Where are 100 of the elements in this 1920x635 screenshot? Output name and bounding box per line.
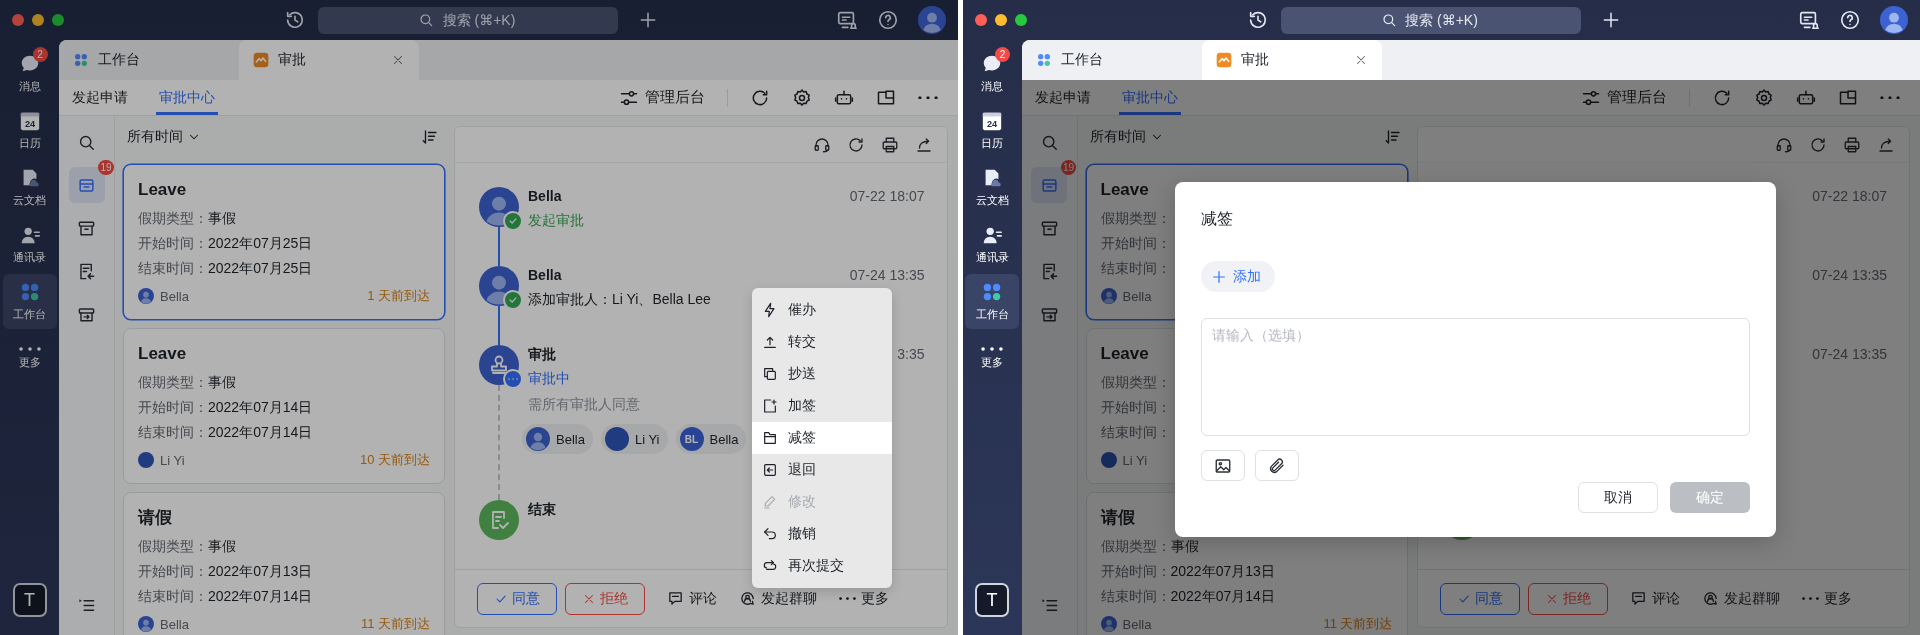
action-link[interactable]: 更多 (1801, 589, 1852, 608)
approver-chip[interactable]: BL Bella (675, 424, 747, 454)
sidebar-item[interactable]: 通讯录 (965, 217, 1019, 272)
approver-chip[interactable]: Li Yi (600, 424, 668, 454)
minimize-window-button[interactable] (32, 14, 44, 26)
menu-item[interactable]: 转交 (752, 326, 892, 358)
node-time: 07-22 18:07 (1812, 188, 1887, 204)
dialog-title: 减签 (1200, 209, 1234, 229)
field-label: 假期类型： (138, 537, 208, 556)
more-icon[interactable] (1880, 95, 1900, 100)
account-avatar[interactable] (917, 6, 946, 34)
calendar-icon: 24 (981, 110, 1003, 132)
nav-tab[interactable]: 发起申请 (69, 80, 131, 115)
field-label: 假期类型： (1100, 537, 1171, 556)
user-tile[interactable]: T (12, 583, 47, 617)
action-link[interactable]: 更多 (839, 589, 889, 608)
sidebar-item[interactable]: 通讯录 (2, 217, 57, 272)
printer-icon[interactable] (880, 135, 899, 154)
node-time: 3:35 (897, 346, 925, 362)
tab[interactable]: 工作台 (59, 40, 239, 80)
user-avatar (526, 427, 550, 451)
plus-icon[interactable] (638, 10, 658, 30)
arrival-time: 1 天前到达 (367, 287, 430, 305)
zoom-window-button[interactable] (52, 14, 64, 26)
tab[interactable]: 审批 (1201, 40, 1382, 80)
sidebar-item[interactable]: 云文档 (2, 160, 57, 215)
field-label: 结束时间： (1100, 587, 1171, 606)
account-avatar[interactable] (1880, 6, 1908, 34)
approval-card[interactable]: Leave 假期类型：事假 开始时间：2022年07月14日 结束时间：2022年07月14日 Li Yi 10 天前到达 (123, 328, 445, 484)
refresh-icon[interactable] (1809, 135, 1827, 154)
attach-button[interactable] (1254, 450, 1299, 481)
action-link[interactable]: 发起群聊 (1701, 589, 1780, 608)
headset-icon[interactable] (1775, 135, 1793, 154)
apps-icon (1035, 52, 1052, 68)
action-link[interactable]: 评论 (1629, 589, 1680, 608)
sidebar-item[interactable]: 工作台 (2, 274, 57, 329)
notification-icon[interactable] (1798, 9, 1820, 31)
sort-icon[interactable] (421, 128, 439, 146)
action-link[interactable]: 评论 (667, 589, 717, 608)
settings-icon[interactable] (1754, 87, 1774, 108)
user-tile[interactable]: T (975, 583, 1009, 617)
minimize-window-button[interactable] (994, 14, 1007, 26)
approval-card[interactable]: Leave 假期类型：事假 开始时间：2022年07月25日 结束时间：2022年07月25日 Bella 1 天前到达 (123, 164, 445, 320)
approve-button[interactable]: 同意 (477, 582, 557, 615)
close-window-button[interactable] (12, 14, 24, 26)
more-icon (839, 596, 856, 601)
menu-item[interactable]: 再次提交 (752, 550, 892, 582)
comment-field[interactable]: 请输入（选填） (1200, 318, 1750, 436)
headset-icon[interactable] (812, 135, 831, 154)
node-title: 结束 (528, 501, 556, 519)
sidebar-item[interactable]: 消息 2 (2, 46, 57, 101)
share-icon[interactable] (914, 135, 933, 154)
sidebar-item[interactable]: 消息 2 (965, 46, 1019, 101)
nav-tab[interactable]: 发起申请 (1031, 80, 1094, 115)
close-window-button[interactable] (974, 14, 987, 26)
menu-item[interactable]: 撤销 (752, 518, 892, 550)
node-note: 需所有审批人同意 (528, 396, 640, 414)
menu-item[interactable]: 加签 (752, 390, 892, 422)
field-value: 2022年07月14日 (208, 398, 313, 417)
settings-icon[interactable] (791, 87, 812, 108)
menu-item[interactable]: 催办 (752, 294, 892, 326)
time-filter[interactable]: 所有时间 (127, 128, 201, 146)
sort-icon[interactable] (1383, 128, 1402, 146)
search-field[interactable]: 搜索 (⌘+K) (1280, 6, 1581, 34)
tab[interactable]: 审批 (239, 40, 419, 80)
sidebar-item[interactable]: 24 日历 (2, 103, 57, 158)
notification-icon[interactable] (835, 9, 858, 31)
nav-tab[interactable]: 审批中心 (156, 80, 218, 115)
return-icon (762, 462, 778, 478)
sidebar-item[interactable]: 更多 (965, 331, 1019, 386)
search-field[interactable]: 搜索 (⌘+K) (318, 6, 618, 34)
help-icon[interactable] (1839, 9, 1861, 31)
field-label: 开始时间： (1100, 562, 1171, 581)
approver-chip[interactable]: Bella (522, 424, 593, 454)
tab[interactable]: 工作台 (1021, 40, 1202, 80)
sidebar-item[interactable]: 云文档 (965, 160, 1019, 215)
approval-card[interactable]: 请假 假期类型：事假 开始时间：2022年07月13日 结束时间：2022年07月14日 Bella 11 天前到达 (123, 492, 445, 635)
menu-item[interactable]: 减签 (752, 422, 892, 454)
field-value: 2022年07月14日 (208, 587, 313, 606)
time-filter[interactable]: 所有时间 (1089, 128, 1164, 146)
menu-item[interactable]: 退回 (752, 454, 892, 486)
printer-icon[interactable] (1843, 135, 1861, 154)
admin-button[interactable]: 管理后台 (618, 87, 705, 108)
action-link[interactable]: 发起群聊 (739, 589, 817, 608)
menu-item[interactable]: 抄送 (752, 358, 892, 390)
sidebar-item[interactable]: 24 日历 (965, 103, 1019, 158)
history-icon[interactable] (284, 9, 306, 31)
refresh-icon[interactable] (846, 135, 865, 154)
admin-button[interactable]: 管理后台 (1581, 87, 1667, 108)
cancel-button[interactable]: 取消 (1577, 482, 1658, 513)
sidebar-item[interactable]: 更多 (2, 331, 57, 386)
zoom-window-button[interactable] (1014, 14, 1027, 26)
share-icon[interactable] (1877, 135, 1895, 154)
sidebar-item[interactable]: 工作台 (965, 274, 1019, 329)
more-icon[interactable] (917, 95, 938, 100)
close-icon[interactable] (391, 53, 405, 67)
help-icon[interactable] (876, 9, 899, 31)
add-button[interactable]: 添加 (1200, 261, 1275, 292)
image-button[interactable] (1200, 450, 1245, 481)
node-status: 发起审批 (528, 212, 584, 230)
